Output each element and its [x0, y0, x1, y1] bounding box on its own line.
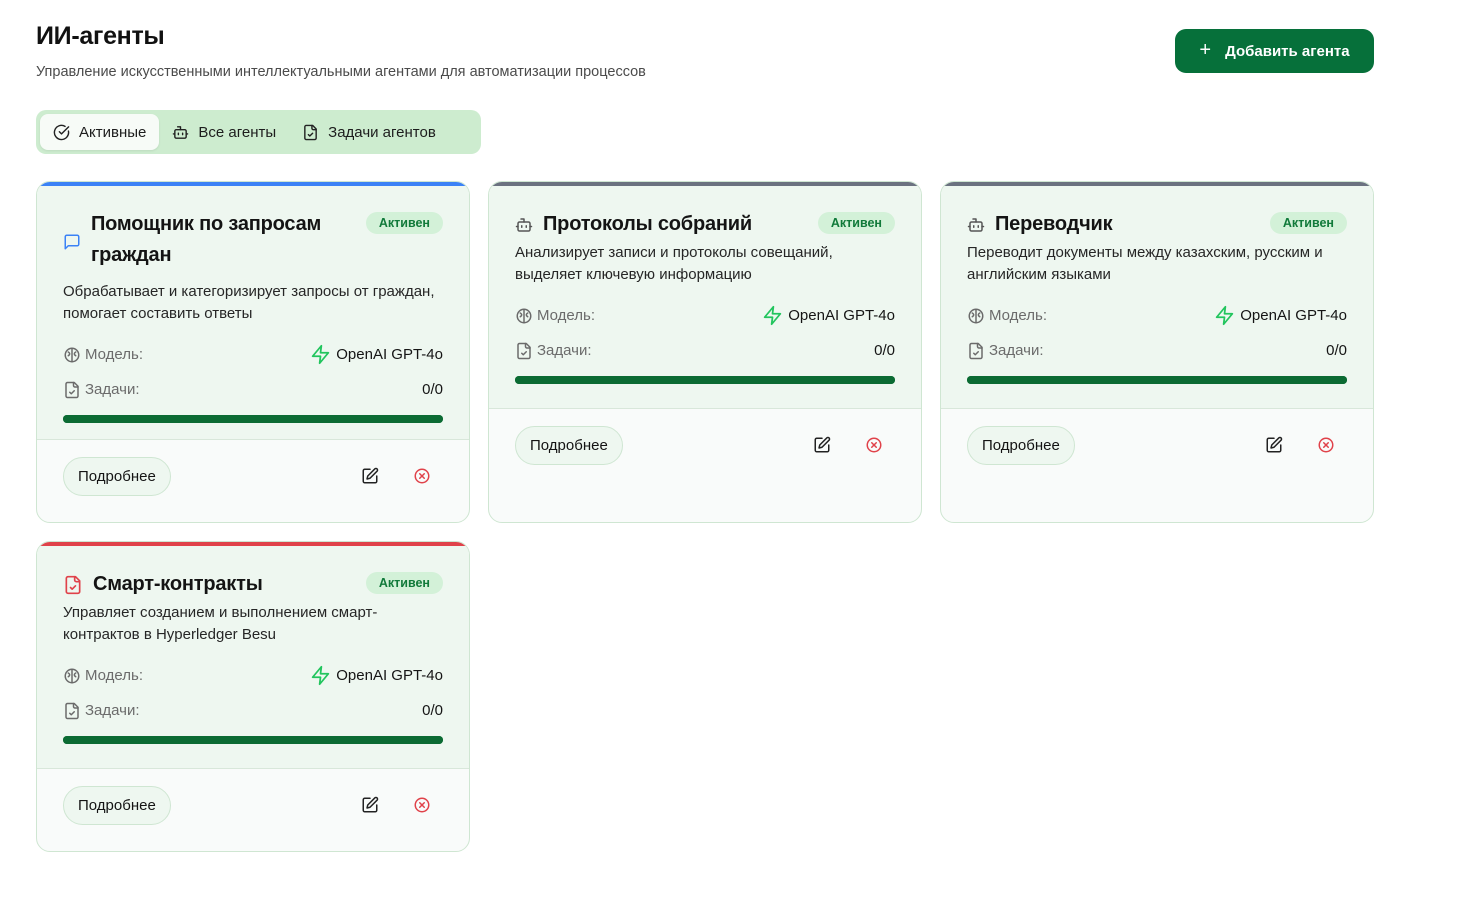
add-agent-button[interactable]: + Добавить агента: [1175, 29, 1374, 73]
tasks-label: Задачи:: [989, 342, 1044, 359]
status-badge: Активен: [817, 212, 895, 234]
tab-all-agents[interactable]: Все агенты: [159, 114, 289, 150]
card-accent-bar: [37, 542, 469, 546]
status-badge: Активен: [365, 212, 443, 234]
tabs: Активные Все агенты Задачи агентов: [36, 110, 481, 154]
card-description: Переводит документы между казахским, рус…: [967, 244, 1323, 283]
card-title: Помощник по запросам граждан: [91, 213, 322, 266]
card-accent-bar: [941, 182, 1373, 186]
agent-card: Смарт-контракты Активен Управляет создан…: [36, 541, 470, 852]
add-agent-button-label: Добавить агента: [1225, 42, 1350, 60]
page-title: ИИ-агенты: [36, 22, 165, 50]
tasks-value: 0/0: [422, 702, 443, 719]
details-button[interactable]: Подробнее: [63, 457, 171, 496]
tasks-label: Задачи:: [85, 702, 140, 719]
model-value: OpenAI GPT-4o: [1240, 307, 1347, 324]
tab-all-agents-label: Все агенты: [198, 123, 277, 141]
status-badge: Активен: [365, 572, 443, 594]
zap-icon: [1216, 305, 1234, 326]
tab-active-label: Активные: [79, 123, 147, 141]
card-title: Смарт-контракты: [93, 573, 263, 595]
zap-icon: [764, 305, 782, 326]
file-check-icon: [517, 342, 531, 359]
tasks-label: Задачи:: [85, 381, 140, 398]
file-check-icon: [969, 342, 983, 359]
card-title: Протоколы собраний: [543, 213, 752, 235]
tab-agent-tasks-label: Задачи агентов: [328, 123, 436, 141]
file-check-icon: [65, 381, 79, 398]
bot-icon: [967, 218, 985, 232]
page-subtitle: Управление искусственными интеллектуальн…: [36, 64, 646, 80]
tasks-row: Задачи: 0/0: [63, 693, 443, 728]
tasks-progress-bar: [515, 376, 895, 384]
model-value: OpenAI GPT-4o: [336, 667, 443, 684]
details-button[interactable]: Подробнее: [515, 426, 623, 465]
tasks-row: Задачи: 0/0: [515, 333, 895, 368]
brain-icon: [968, 308, 984, 323]
tasks-progress-bar: [63, 736, 443, 744]
brain-icon: [64, 668, 80, 683]
card-accent-bar: [489, 182, 921, 186]
file-check-icon: [65, 702, 79, 719]
card-accent-bar: [37, 182, 469, 186]
model-row: Модель: OpenAI GPT-4o: [63, 337, 443, 372]
file-check-icon: [304, 124, 318, 140]
tasks-row: Задачи: 0/0: [63, 372, 443, 407]
zap-icon: [312, 665, 330, 686]
edit-icon[interactable]: [361, 467, 379, 485]
zap-icon: [312, 344, 330, 365]
model-label: Модель:: [85, 346, 144, 363]
card-description: Обрабатывает и категоризирует запросы от…: [63, 283, 435, 322]
message-square-icon: [64, 234, 80, 250]
tab-active[interactable]: Активные: [40, 114, 160, 150]
file-check-icon: [65, 575, 81, 595]
tab-agent-tasks[interactable]: Задачи агентов: [289, 114, 449, 150]
brain-icon: [516, 308, 532, 323]
delete-icon[interactable]: [1317, 436, 1335, 454]
agent-card: Переводчик Активен Переводит документы м…: [940, 181, 1374, 523]
card-description: Управляет созданием и выполнением смарт-…: [63, 604, 378, 643]
delete-icon[interactable]: [413, 467, 431, 485]
model-row: Модель: OpenAI GPT-4o: [515, 298, 895, 333]
agent-card: Протоколы собраний Активен Анализирует з…: [488, 181, 922, 523]
details-button[interactable]: Подробнее: [63, 786, 171, 825]
card-title: Переводчик: [995, 213, 1113, 235]
model-label: Модель:: [85, 667, 144, 684]
tasks-value: 0/0: [874, 342, 895, 359]
tasks-value: 0/0: [1326, 342, 1347, 359]
model-row: Модель: OpenAI GPT-4o: [967, 298, 1347, 333]
bot-icon: [515, 218, 533, 232]
edit-icon[interactable]: [361, 796, 379, 814]
tasks-row: Задачи: 0/0: [967, 333, 1347, 368]
model-label: Модель:: [537, 307, 596, 324]
model-value: OpenAI GPT-4o: [336, 346, 443, 363]
delete-icon[interactable]: [865, 436, 883, 454]
tasks-label: Задачи:: [537, 342, 592, 359]
tasks-value: 0/0: [422, 381, 443, 398]
plus-icon: +: [1199, 39, 1212, 61]
status-badge: Активен: [1269, 212, 1347, 234]
delete-icon[interactable]: [413, 796, 431, 814]
agent-card: Помощник по запросам граждан Активен Обр…: [36, 181, 470, 523]
model-row: Модель: OpenAI GPT-4o: [63, 658, 443, 693]
tasks-progress-bar: [967, 376, 1347, 384]
edit-icon[interactable]: [813, 436, 831, 454]
tasks-progress-bar: [63, 415, 443, 423]
check-circle-icon: [53, 124, 70, 140]
details-button[interactable]: Подробнее: [967, 426, 1075, 465]
model-label: Модель:: [989, 307, 1048, 324]
card-description: Анализирует записи и протоколы совещаний…: [515, 244, 833, 283]
edit-icon[interactable]: [1265, 436, 1283, 454]
bot-icon: [173, 125, 189, 139]
page-header: ИИ-агенты Управление искусственными инте…: [36, 20, 646, 80]
brain-icon: [64, 347, 80, 362]
model-value: OpenAI GPT-4o: [788, 307, 895, 324]
